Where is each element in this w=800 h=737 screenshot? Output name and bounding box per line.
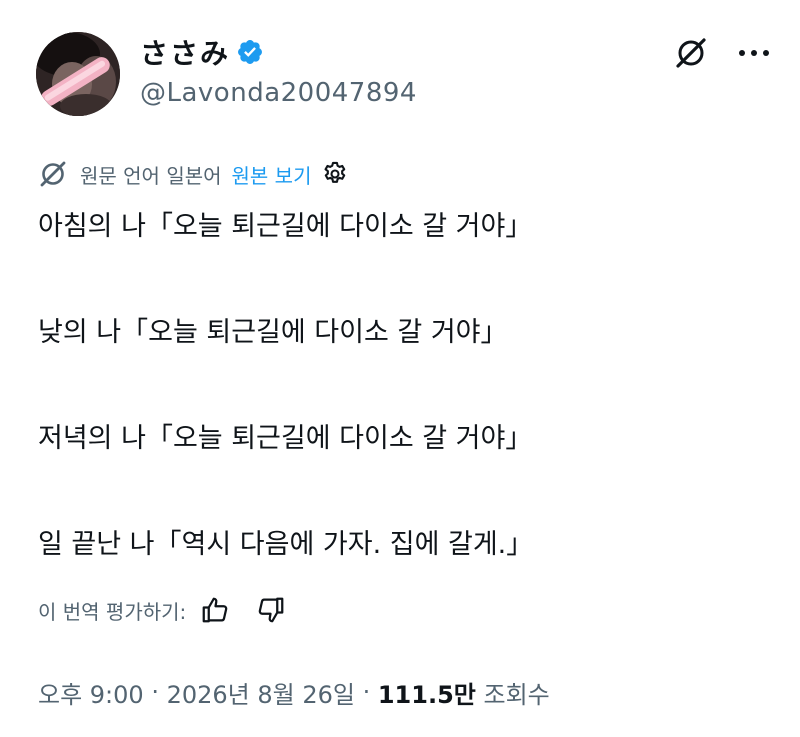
handle[interactable]: @Lavonda20047894 — [140, 78, 417, 108]
tweet-header: ささみ @Lavonda20047894 — [32, 28, 772, 120]
views-label: 조회수 — [483, 680, 550, 709]
translation-bar: 원문 언어 일본어 원본 보기 — [38, 156, 349, 192]
avatar-image — [36, 32, 120, 116]
author-info: ささみ @Lavonda20047894 — [140, 34, 417, 108]
avatar[interactable] — [36, 32, 120, 116]
post-date[interactable]: 2026년 8월 26일 — [167, 675, 355, 710]
meta-separator: · — [354, 678, 378, 706]
tweet-text: 아침의 나「오늘 퇴근길에 다이소 갈 거야」 낮의 나「오늘 퇴근길에 다이소… — [38, 205, 778, 567]
show-original-link[interactable]: 원본 보기 — [232, 160, 312, 189]
tweet-line: 저녁의 나「오늘 퇴근길에 다이소 갈 거야」 — [38, 423, 533, 454]
tweet-line: 낮의 나「오늘 퇴근길에 다이소 갈 거야」 — [38, 317, 508, 348]
verified-badge-icon[interactable] — [236, 38, 264, 66]
more-horizontal-icon[interactable] — [736, 36, 772, 70]
tweet-line: 일 끝난 나「역시 다음에 가자. 집에 갈게.」 — [38, 529, 534, 560]
thumbs-up-icon[interactable] — [200, 595, 230, 625]
meta-separator: · — [143, 678, 167, 706]
thumbs-down-icon[interactable] — [256, 595, 286, 625]
header-actions — [674, 36, 772, 70]
tweet-line: 아침의 나「오늘 퇴근길에 다이소 갈 거야」 — [38, 211, 533, 242]
grok-icon[interactable] — [674, 36, 708, 70]
display-name[interactable]: ささみ — [140, 32, 230, 72]
post-time[interactable]: 오후 9:00 — [38, 675, 144, 710]
gear-icon[interactable] — [321, 160, 349, 188]
views-count[interactable]: 111.5만 — [378, 675, 476, 710]
rate-translation: 이 번역 평가하기: — [38, 592, 312, 628]
display-name-row: ささみ — [140, 34, 417, 70]
source-language-label: 원문 언어 일본어 — [80, 163, 222, 188]
grok-translate-icon — [38, 159, 68, 189]
rate-translation-label: 이 번역 평가하기: — [38, 599, 187, 624]
tweet-detail: ささみ @Lavonda20047894 원문 언어 일본어 원본 보기 아침의… — [0, 0, 800, 737]
tweet-meta: 오후 9:00 · 2026년 8월 26일 · 111.5만 조회수 — [38, 672, 550, 712]
